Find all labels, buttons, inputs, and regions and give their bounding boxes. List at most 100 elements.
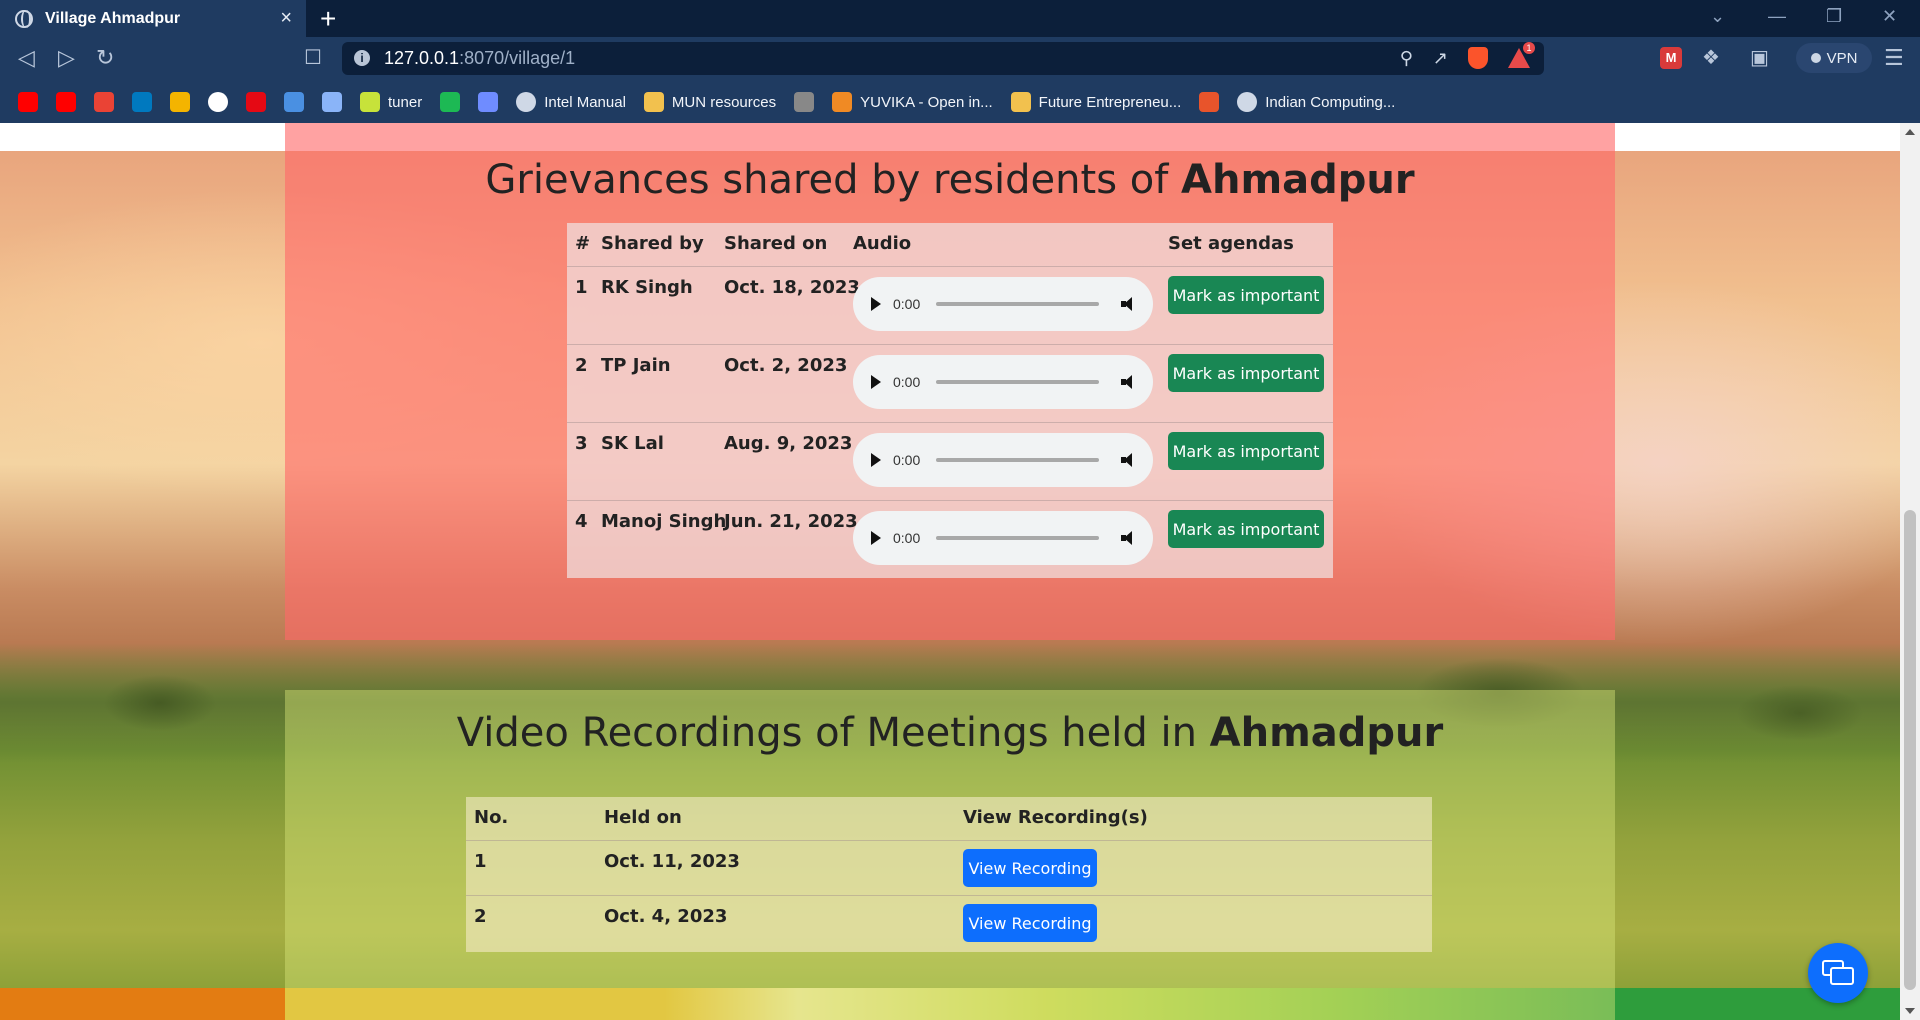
row-shared-on: Aug. 9, 2023 xyxy=(724,433,853,454)
bookmark-icon[interactable]: ☐ xyxy=(304,45,322,70)
wallet-icon[interactable]: ▣ xyxy=(1750,45,1769,70)
extension-red-icon[interactable]: M xyxy=(1660,47,1682,69)
audio-player[interactable]: 0:00 xyxy=(853,277,1153,331)
bookmark-item[interactable] xyxy=(94,92,114,112)
audio-player[interactable]: 0:00 xyxy=(853,355,1153,409)
back-icon[interactable]: ◁ xyxy=(18,45,35,71)
scroll-down-icon[interactable] xyxy=(1905,1008,1915,1014)
grievances-title: Grievances shared by residents of Ahmadp… xyxy=(485,157,1415,203)
bookmark-item[interactable] xyxy=(56,92,76,112)
mark-important-button[interactable]: Mark as important xyxy=(1168,354,1324,392)
folder-icon xyxy=(643,92,664,112)
reload-icon[interactable]: ↻ xyxy=(96,45,114,71)
grievances-table: # Shared by Shared on Audio Set agendas … xyxy=(567,223,1333,578)
audio-progress-slider[interactable] xyxy=(936,458,1099,462)
bookmark-item[interactable] xyxy=(440,92,461,112)
bookmark-item[interactable]: Intel Manual xyxy=(516,92,626,112)
row-shared-on: Jun. 21, 2023 xyxy=(724,511,858,532)
site-info-icon[interactable]: i xyxy=(354,50,370,66)
share-icon[interactable]: ↗ xyxy=(1433,48,1448,69)
audio-progress-slider[interactable] xyxy=(936,380,1099,384)
zoom-icon[interactable]: ⚲ xyxy=(1400,48,1413,69)
bookmark-item[interactable] xyxy=(284,92,304,112)
col-header-audio: Audio xyxy=(853,233,912,254)
chat-button[interactable] xyxy=(1808,943,1868,1003)
scroll-up-icon[interactable] xyxy=(1905,129,1915,135)
tab-title: Village Ahmadpur xyxy=(45,9,181,27)
bookmark-item[interactable]: YUVIKA - Open in... xyxy=(832,92,993,112)
flame-icon xyxy=(1199,92,1220,112)
audio-progress-slider[interactable] xyxy=(936,302,1099,306)
bookmark-item[interactable] xyxy=(170,92,190,112)
browser-tab[interactable]: Village Ahmadpur × xyxy=(0,0,306,37)
play-icon[interactable] xyxy=(871,531,881,545)
mark-important-button[interactable]: Mark as important xyxy=(1168,276,1324,314)
volume-icon[interactable] xyxy=(1121,297,1135,311)
bookmark-item[interactable] xyxy=(18,92,38,112)
meetings-title: Video Recordings of Meetings held in Ahm… xyxy=(456,710,1444,756)
tab-list-chevron-icon[interactable]: ⌄ xyxy=(1710,6,1725,27)
row-divider xyxy=(466,895,1432,896)
close-window-icon[interactable]: ✕ xyxy=(1882,6,1897,27)
bookmark-item[interactable] xyxy=(322,92,342,112)
volume-icon[interactable] xyxy=(1121,531,1135,545)
extensions-puzzle-icon[interactable]: ❖ xyxy=(1702,45,1720,70)
browser-titlebar: Village Ahmadpur × + ⌄ — ❐ ✕ xyxy=(0,0,1920,37)
bookmark-item[interactable] xyxy=(1199,92,1220,112)
tab-close-icon[interactable]: × xyxy=(280,7,292,30)
restore-icon[interactable]: ❐ xyxy=(1826,6,1842,27)
volume-icon[interactable] xyxy=(1121,453,1135,467)
col-header-shared-on: Shared on xyxy=(724,233,828,254)
minimize-icon[interactable]: — xyxy=(1768,6,1786,27)
audio-time: 0:00 xyxy=(893,452,921,468)
bookmark-item[interactable] xyxy=(132,92,152,112)
forward-icon[interactable]: ▷ xyxy=(58,45,75,71)
brave-shield-icon[interactable] xyxy=(1468,47,1488,69)
row-held-on: Oct. 11, 2023 xyxy=(604,851,740,872)
github-icon xyxy=(208,92,228,112)
bookmark-item[interactable] xyxy=(478,92,499,112)
globe-icon xyxy=(15,9,33,28)
col-header-shared-by: Shared by xyxy=(601,233,704,254)
url-text[interactable]: 127.0.0.1:8070/village/1 xyxy=(384,48,575,69)
row-num: 4 xyxy=(575,511,588,532)
play-icon[interactable] xyxy=(871,375,881,389)
bookmark-item[interactable] xyxy=(208,92,228,112)
menu-icon[interactable]: ☰ xyxy=(1884,45,1904,71)
col-header-no: No. xyxy=(474,807,509,828)
vpn-button[interactable]: VPN xyxy=(1796,43,1872,73)
scrollbar-thumb[interactable] xyxy=(1904,510,1916,990)
calendar-icon xyxy=(478,92,499,112)
grievances-section: Grievances shared by residents of Ahmadp… xyxy=(285,123,1615,640)
new-tab-button[interactable]: + xyxy=(320,3,336,35)
row-num: 1 xyxy=(575,277,588,298)
mark-important-button[interactable]: Mark as important xyxy=(1168,510,1324,548)
bookmark-item[interactable]: tuner xyxy=(360,92,422,112)
bookmarks-bar: tuner Intel Manual MUN resources YUVIKA - O… xyxy=(0,81,1920,123)
bookmark-label: Intel Manual xyxy=(544,93,626,111)
view-recording-button[interactable]: View Recording xyxy=(963,849,1097,887)
play-icon[interactable] xyxy=(871,453,881,467)
view-recording-button[interactable]: View Recording xyxy=(963,904,1097,942)
bookmark-item[interactable]: Indian Computing... xyxy=(1237,92,1395,112)
audio-progress-slider[interactable] xyxy=(936,536,1099,540)
globe-icon xyxy=(516,92,537,112)
bookmark-item[interactable]: MUN resources xyxy=(643,92,776,112)
browser-navbar: ◁ ▷ ↻ ☐ i 127.0.0.1:8070/village/1 ⚲ ↗ 1… xyxy=(0,37,1920,81)
address-bar[interactable]: i 127.0.0.1:8070/village/1 ⚲ ↗ 1 xyxy=(342,42,1544,75)
bookmark-item[interactable] xyxy=(794,92,815,112)
mark-important-button[interactable]: Mark as important xyxy=(1168,432,1324,470)
brave-rewards-icon[interactable]: 1 xyxy=(1508,42,1535,68)
page-scrollbar[interactable] xyxy=(1900,123,1920,1020)
bookmark-item[interactable] xyxy=(246,92,266,112)
col-header-view: View Recording(s) xyxy=(963,807,1148,828)
globe-icon xyxy=(1237,92,1258,112)
bookmark-item[interactable]: Future Entrepreneu... xyxy=(1010,92,1182,112)
volume-icon[interactable] xyxy=(1121,375,1135,389)
isro-icon xyxy=(832,92,853,112)
bookmark-label: Future Entrepreneu... xyxy=(1038,93,1182,111)
play-icon[interactable] xyxy=(871,297,881,311)
audio-player[interactable]: 0:00 xyxy=(853,433,1153,487)
sparkle-icon xyxy=(322,92,342,112)
audio-player[interactable]: 0:00 xyxy=(853,511,1153,565)
